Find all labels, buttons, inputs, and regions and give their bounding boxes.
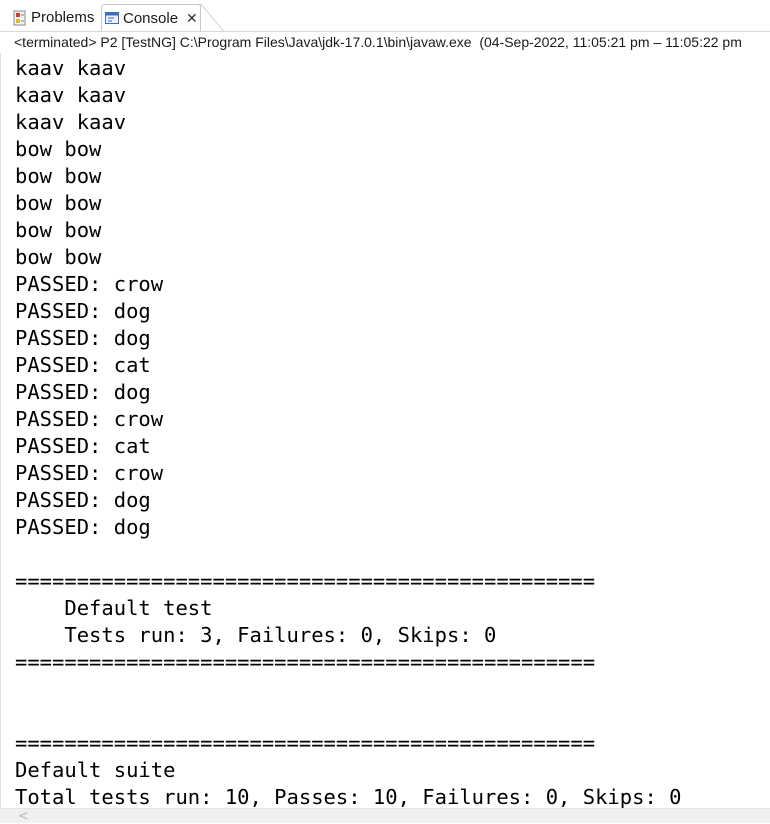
scroll-left-icon[interactable]: <	[18, 809, 29, 824]
console-line: kaav kaav	[15, 83, 127, 107]
console-line: PASSED: dog	[15, 488, 151, 512]
console-line: PASSED: cat	[15, 353, 151, 377]
console-line: bow bow	[15, 191, 102, 215]
console-line: Total tests run: 10, Passes: 10, Failure…	[15, 785, 682, 808]
console-line: PASSED: crow	[15, 407, 164, 431]
console-line: PASSED: crow	[15, 461, 164, 485]
console-output[interactable]: kaav kaav kaav kaav kaav kaav bow bow bow bo…	[0, 54, 770, 808]
console-line: bow bow	[15, 218, 102, 242]
console-line: PASSED: dog	[15, 515, 151, 539]
console-status-line: <terminated> P2 [TestNG] C:\Program File…	[14, 34, 742, 50]
console-line: PASSED: dog	[15, 380, 151, 404]
console-line: bow bow	[15, 164, 102, 188]
tab-console-label: Console	[123, 9, 179, 27]
console-icon	[105, 12, 119, 24]
problems-icon	[13, 10, 26, 25]
console-line: Default suite	[15, 758, 176, 782]
console-line: Tests run: 3, Failures: 0, Skips: 0	[15, 623, 497, 647]
view-tab-bar: Problems Console ✕	[0, 0, 770, 32]
tab-problems[interactable]: Problems	[10, 4, 100, 31]
horizontal-scrollbar[interactable]: <	[0, 808, 770, 824]
console-line: kaav kaav	[15, 110, 127, 134]
console-line: Default test	[15, 596, 213, 620]
console-line: PASSED: cat	[15, 434, 151, 458]
console-line: kaav kaav	[15, 56, 127, 80]
tab-problems-label: Problems	[31, 9, 95, 26]
console-line: PASSED: crow	[15, 272, 164, 296]
console-line: bow bow	[15, 137, 102, 161]
console-line: PASSED: dog	[15, 326, 151, 350]
console-line: bow bow	[15, 245, 102, 269]
console-line: PASSED: dog	[15, 299, 151, 323]
console-line: ========================================…	[15, 650, 596, 674]
console-line: ========================================…	[15, 569, 596, 593]
console-line: ========================================…	[15, 731, 596, 755]
